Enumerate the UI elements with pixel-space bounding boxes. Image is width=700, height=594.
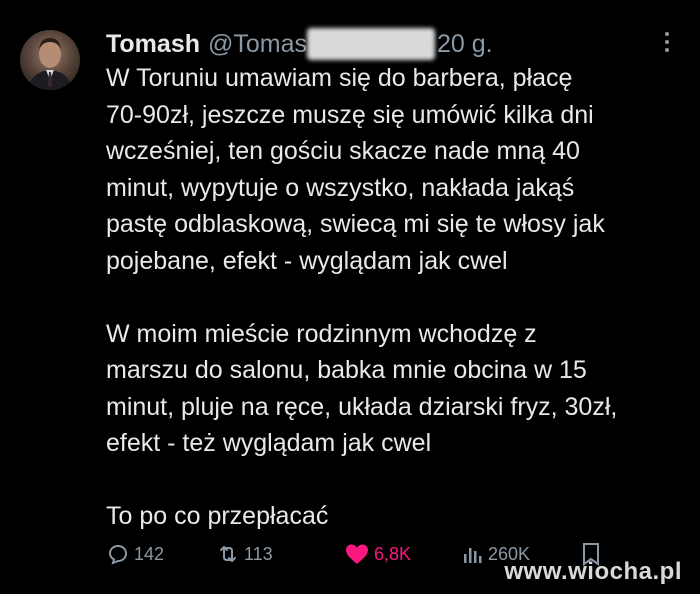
text-line: marszu do salonu, babka mnie obcina w 15 [106, 356, 587, 384]
text-line: wcześniej, ten gościu skacze nade mną 40 [106, 137, 580, 165]
repost-count: 113 [244, 543, 273, 564]
author-handle[interactable]: @Tomas [208, 30, 307, 59]
author-avatar[interactable] [20, 30, 80, 90]
like-button[interactable]: 6,8K [344, 536, 411, 572]
views-icon [462, 542, 484, 566]
text-line: To po co przepłacać [106, 502, 329, 530]
reply-button[interactable]: 142 [106, 536, 164, 572]
text-line: 70-90zł, jeszcze muszę się umówić kilka … [106, 100, 594, 129]
text-line: W Toruniu umawiam się do barbera, płacę [106, 64, 573, 92]
repost-icon [216, 542, 240, 566]
text-line: minut, wypytuje o wszystko, nakłada jaką… [106, 173, 575, 202]
text-line: minut, pluje na ręce, układa dziarski fr… [106, 392, 618, 421]
more-options-icon[interactable] [664, 32, 670, 56]
text-line: pastę odblaskową, swiecą mi się te włosy… [106, 210, 605, 238]
author-name[interactable]: Tomash [106, 30, 200, 59]
like-count: 6,8K [374, 543, 412, 564]
reply-count: 142 [134, 543, 165, 564]
heart-icon [344, 542, 370, 566]
tweet-header: Tomash @Tomas 20 g. [106, 24, 493, 64]
watermark: www.wiocha.pl [504, 558, 682, 585]
tweet-text: W Toruniu umawiam się do barbera, płacę … [106, 60, 686, 535]
text-line: efekt - też wyglądam jak cwel [106, 429, 432, 457]
reply-icon [106, 542, 130, 566]
repost-button[interactable]: 113 [216, 536, 273, 572]
text-line: W moim mieście rodzinnym wchodzę z [106, 319, 537, 348]
tweet-timestamp[interactable]: 20 g. [437, 30, 493, 59]
redacted-area [307, 28, 436, 60]
tweet[interactable]: Tomash @Tomas 20 g. W Toruniu umawiam si… [0, 0, 700, 594]
text-line: pojebane, efekt - wyglądam jak cwel [106, 246, 508, 275]
